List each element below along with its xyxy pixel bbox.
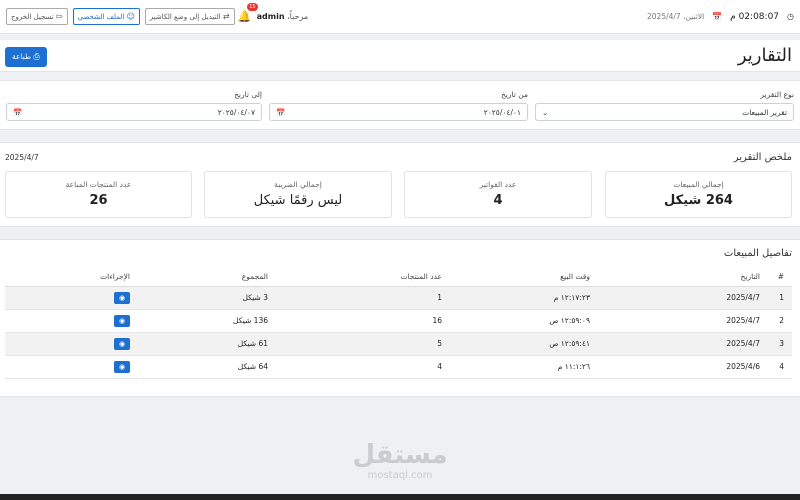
col-actions: الإجراءات	[5, 268, 138, 287]
filters-panel: نوع التقرير تقرير المبيعات ⌄ من تاريخ ٢٠…	[0, 80, 800, 130]
user-area: مرحباً، admin 🔔 15 ⇄ التبديل إلى وضع الك…	[6, 3, 309, 25]
summary-date: 2025/4/7	[5, 153, 39, 162]
col-total: المجموع	[138, 268, 276, 287]
view-button[interactable]: ◉	[114, 360, 130, 373]
table-row: 1 2025/4/7 ١٢:١٧:٢٣ م 1 3 شيكل ◉	[5, 286, 792, 310]
sales-table: # التاريخ وقت البيع عدد المنتجات المجموع…	[5, 268, 792, 379]
card-total-tax: إجمالي الضريبة ليس رقمًا شيكل	[204, 171, 392, 218]
bottom-bar	[0, 494, 800, 500]
eye-icon: ◉	[118, 316, 126, 325]
current-date: الاثنين، 2025/4/7	[647, 12, 705, 21]
from-date-label: من تاريخ	[500, 90, 528, 99]
col-time: وقت البيع	[450, 268, 598, 287]
view-button[interactable]: ◉	[114, 291, 130, 304]
page-header: التقارير ⎙ طباعة	[0, 40, 800, 72]
to-date-group: إلى تاريخ ٢٠٢٥/٠٤/٠٧ 📅	[6, 90, 262, 121]
to-date-label: إلى تاريخ	[234, 90, 262, 99]
logout-icon: ⇰	[55, 12, 63, 21]
logout-button[interactable]: ⇰ تسجيل الخروج	[6, 8, 68, 25]
to-date-input[interactable]: ٢٠٢٥/٠٤/٠٧ 📅	[6, 103, 262, 121]
sales-details: تفاصيل المبيعات # التاريخ وقت البيع عدد …	[0, 239, 800, 397]
report-type-select[interactable]: تقرير المبيعات ⌄	[535, 103, 794, 121]
username: admin	[256, 12, 285, 21]
notifications-button[interactable]: 🔔 15	[237, 3, 258, 23]
current-time: 02:08:07 م	[730, 11, 780, 22]
calendar-icon: 📅	[712, 12, 723, 21]
col-product-count: عدد المنتجات	[276, 268, 450, 287]
calendar-icon: 📅	[13, 107, 23, 117]
print-button[interactable]: ⎙ طباعة	[5, 47, 47, 67]
printer-icon: ⎙	[33, 52, 40, 61]
switch-cashier-button[interactable]: ⇄ التبديل إلى وضع الكاشير	[144, 8, 235, 25]
profile-button[interactable]: ☺ الملف الشخصي	[72, 8, 140, 25]
user-icon: ☺	[126, 12, 135, 21]
calendar-icon: 📅	[276, 107, 286, 117]
swap-icon: ⇄	[222, 12, 230, 21]
card-products-sold: عدد المنتجات المباعة 26	[5, 171, 192, 218]
eye-icon: ◉	[118, 293, 126, 302]
table-row: 3 2025/4/7 ١٢:٥٩:٤١ ص 5 61 شيكل ◉	[5, 332, 792, 356]
card-invoice-count: عدد الفواتير 4	[404, 171, 592, 218]
notification-count: 15	[247, 3, 258, 11]
table-row: 4 2025/4/6 ١١:١:٢٦ م 4 64 شيكل ◉	[5, 355, 792, 379]
report-summary: ملخص التقرير 2025/4/7 إجمالي المبيعات 26…	[0, 142, 800, 227]
from-date-group: من تاريخ ٢٠٢٥/٠٤/٠١ 📅	[269, 90, 528, 121]
welcome-text: مرحباً، admin	[256, 12, 309, 21]
table-row: 2 2025/4/7 ١٢:٥٩:٠٩ ص 16 136 شيكل ◉	[5, 309, 792, 333]
card-total-sales: إجمالي المبيعات 264 شيكل	[605, 171, 792, 218]
view-button[interactable]: ◉	[114, 337, 130, 350]
details-title: تفاصيل المبيعات	[723, 248, 792, 259]
watermark: مستقل mostaql.com	[348, 440, 452, 481]
report-type-label: نوع التقرير	[760, 90, 794, 99]
chevron-down-icon: ⌄	[542, 107, 549, 117]
watermark-latin: mostaql.com	[367, 470, 433, 481]
report-type-group: نوع التقرير تقرير المبيعات ⌄	[535, 90, 794, 121]
view-button[interactable]: ◉	[114, 314, 130, 327]
from-date-input[interactable]: ٢٠٢٥/٠٤/٠١ 📅	[269, 103, 528, 121]
col-number: #	[768, 268, 792, 287]
watermark-arabic: مستقل	[352, 440, 448, 470]
clock-icon: ◷	[787, 12, 794, 21]
table-header-row: # التاريخ وقت البيع عدد المنتجات المجموع…	[5, 268, 792, 287]
datetime-area: ◷ 02:08:07 م 📅 الاثنين، 2025/4/7	[647, 12, 794, 22]
bell-icon: 🔔	[237, 10, 252, 23]
summary-title: ملخص التقرير	[733, 152, 792, 163]
eye-icon: ◉	[118, 339, 126, 348]
page-title: التقارير	[737, 45, 792, 66]
col-date: التاريخ	[598, 268, 768, 287]
top-bar: ◷ 02:08:07 م 📅 الاثنين، 2025/4/7 مرحباً،…	[0, 0, 800, 34]
eye-icon: ◉	[118, 362, 126, 371]
